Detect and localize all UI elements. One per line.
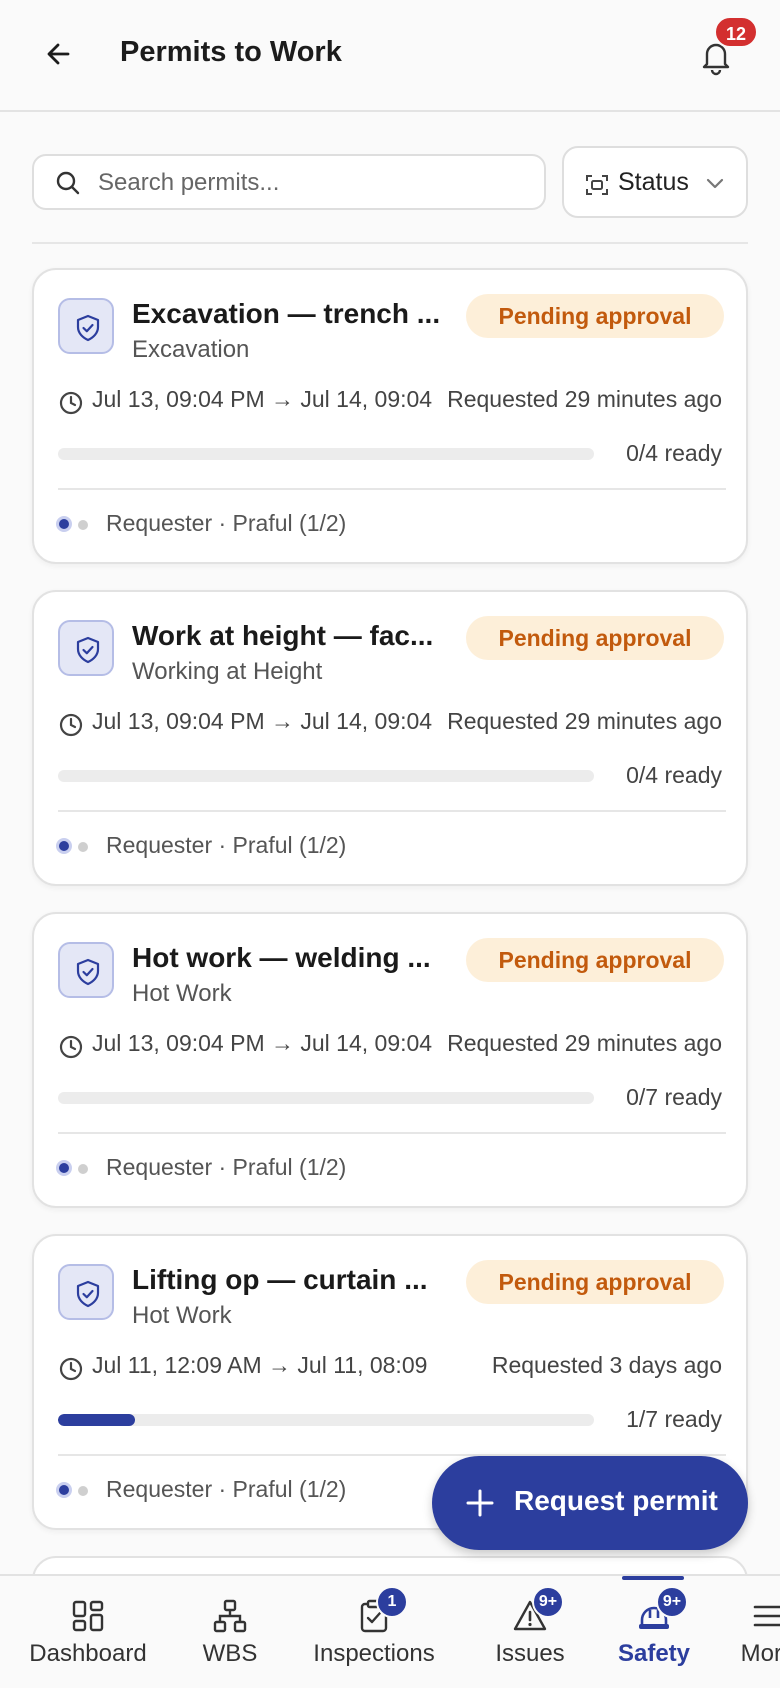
permit-type-badge bbox=[58, 620, 114, 676]
nav-item-more[interactable]: More bbox=[693, 1576, 780, 1688]
status-badge: Pending approval bbox=[466, 294, 724, 338]
nav-badge: 9+ bbox=[656, 1586, 688, 1618]
approval-step: Requester · Praful (1/2) bbox=[106, 1476, 347, 1502]
notification-count-badge: 12 bbox=[714, 16, 758, 48]
search-bar[interactable] bbox=[32, 154, 546, 210]
arrow-left-icon bbox=[47, 43, 70, 65]
clock-icon bbox=[59, 1357, 83, 1381]
card-divider bbox=[58, 810, 726, 812]
page-title: Permits to Work bbox=[120, 36, 342, 68]
requested-time: Requested 3 days ago bbox=[477, 1352, 722, 1379]
top-app-bar: Permits to Work 12 bbox=[0, 0, 780, 112]
permit-title: Hot work — welding ... bbox=[132, 942, 431, 973]
permit-title: Lifting op — curtain ... bbox=[132, 1264, 428, 1295]
status-filter-label: Status bbox=[618, 168, 689, 196]
permit-type: Working at Height bbox=[132, 658, 323, 685]
shield-check-icon bbox=[76, 958, 100, 986]
permit-type: Hot Work bbox=[132, 980, 232, 1007]
status-badge: Pending approval bbox=[466, 616, 724, 660]
status-badge: Pending approval bbox=[466, 1260, 724, 1304]
clock-icon bbox=[59, 1035, 83, 1059]
shield-check-icon bbox=[76, 314, 100, 342]
nav-label: Inspections bbox=[313, 1640, 435, 1667]
approval-step: Requester · Praful (1/2) bbox=[106, 510, 347, 536]
readiness-count: 0/7 ready bbox=[626, 1084, 722, 1110]
search-icon bbox=[56, 171, 80, 195]
nav-item-dashboard[interactable]: Dashboard bbox=[13, 1576, 163, 1688]
menu-icon bbox=[750, 1598, 780, 1634]
step-dot-active bbox=[56, 1160, 72, 1176]
divider bbox=[32, 242, 748, 244]
status-badge: Pending approval bbox=[466, 938, 724, 982]
requested-time: Requested 29 minutes ago bbox=[433, 386, 722, 413]
hierarchy-icon bbox=[212, 1598, 248, 1634]
readiness-progress-bar bbox=[58, 1092, 594, 1104]
requested-time: Requested 29 minutes ago bbox=[433, 1030, 722, 1057]
chevron-down-icon bbox=[706, 178, 724, 189]
permit-card[interactable]: Excavation — trench ... Excavation Pending… bbox=[32, 268, 748, 564]
back-button[interactable] bbox=[40, 34, 80, 74]
approval-step: Requester · Praful (1/2) bbox=[106, 1154, 347, 1180]
nav-item-inspections[interactable]: Inspections 1 bbox=[299, 1576, 449, 1688]
nav-badge: 1 bbox=[376, 1586, 408, 1618]
permit-dates: Jul 13, 09:04 PM → Jul 14, 09:04 AM bbox=[92, 1030, 432, 1056]
card-divider bbox=[58, 1132, 726, 1134]
step-dot-pending bbox=[78, 842, 88, 852]
permit-type-badge bbox=[58, 298, 114, 354]
permit-dates: Jul 13, 09:04 PM → Jul 14, 09:04 AM bbox=[92, 708, 432, 734]
requested-time: Requested 29 minutes ago bbox=[433, 708, 722, 735]
permit-title: Excavation — trench ... bbox=[132, 298, 441, 329]
plus-icon bbox=[466, 1489, 494, 1517]
step-dot-active bbox=[56, 1482, 72, 1498]
shield-check-icon bbox=[76, 636, 100, 664]
permit-type: Excavation bbox=[132, 336, 250, 363]
clock-icon bbox=[59, 391, 83, 415]
permit-card[interactable]: Hot work — welding ... Hot Work Pending ap… bbox=[32, 912, 748, 1208]
nav-label: More bbox=[740, 1640, 780, 1667]
nav-label: WBS bbox=[202, 1640, 258, 1667]
step-dot-pending bbox=[78, 1486, 88, 1496]
nav-label: Dashboard bbox=[29, 1640, 147, 1667]
bottom-navigation: Dashboard WBS Inspections 1 Issues 9+ Safety 9+… bbox=[0, 1574, 780, 1688]
search-input[interactable] bbox=[98, 166, 528, 200]
readiness-count: 1/7 ready bbox=[626, 1406, 722, 1432]
status-filter-button[interactable]: Status bbox=[562, 146, 748, 218]
readiness-progress-fill bbox=[58, 1414, 135, 1426]
shield-check-icon bbox=[76, 1280, 100, 1308]
permit-card[interactable]: Work at height — fac... Working at Height… bbox=[32, 590, 748, 886]
step-dot-pending bbox=[78, 1164, 88, 1174]
readiness-progress-bar bbox=[58, 448, 594, 460]
readiness-count: 0/4 ready bbox=[626, 762, 722, 788]
readiness-progress-bar bbox=[58, 1414, 594, 1426]
request-permit-label: Request permit bbox=[514, 1485, 718, 1516]
permit-dates: Jul 11, 12:09 AM → Jul 11, 08:09 PM bbox=[92, 1352, 432, 1378]
permit-type-badge bbox=[58, 1264, 114, 1320]
step-dot-active bbox=[56, 838, 72, 854]
card-divider bbox=[58, 488, 726, 490]
dashboard-icon bbox=[70, 1598, 106, 1634]
step-dot-pending bbox=[78, 520, 88, 530]
clock-icon bbox=[59, 713, 83, 737]
permit-type-badge bbox=[58, 942, 114, 998]
request-permit-button[interactable]: Request permit bbox=[432, 1456, 748, 1550]
nav-badge: 9+ bbox=[532, 1586, 564, 1618]
approval-step: Requester · Praful (1/2) bbox=[106, 832, 347, 858]
readiness-count: 0/4 ready bbox=[626, 440, 722, 466]
permit-type: Hot Work bbox=[132, 1302, 232, 1329]
step-dot-active bbox=[56, 516, 72, 532]
nav-item-wbs[interactable]: WBS bbox=[155, 1576, 305, 1688]
readiness-progress-bar bbox=[58, 770, 594, 782]
scan-filter-icon bbox=[586, 175, 608, 195]
permit-title: Work at height — fac... bbox=[132, 620, 434, 651]
permit-dates: Jul 13, 09:04 PM → Jul 14, 09:04 AM bbox=[92, 386, 432, 412]
